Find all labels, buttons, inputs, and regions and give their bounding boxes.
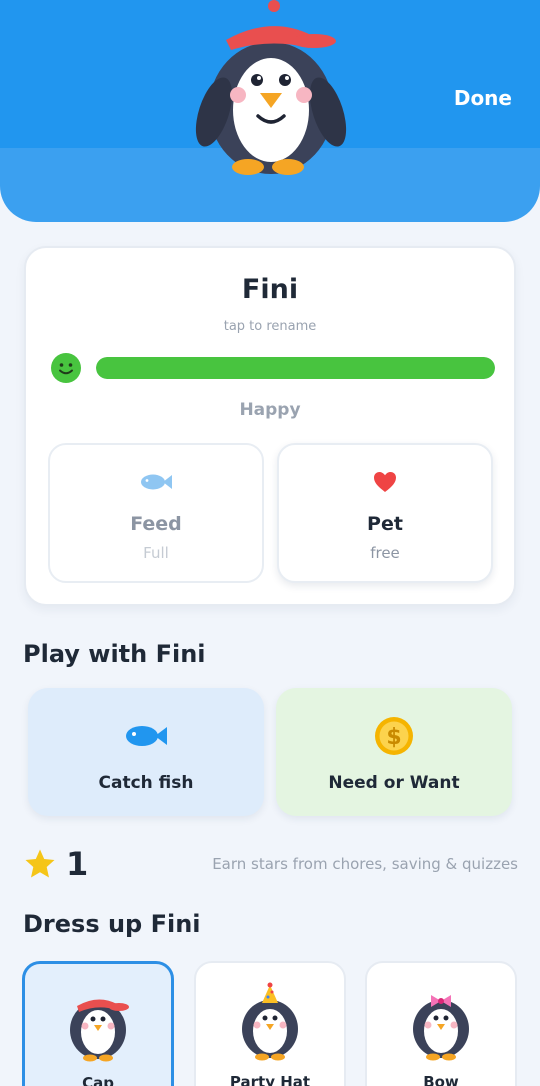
pet-status-card: Fini tap to rename Happy Feed Full Pet f…: [24, 246, 516, 606]
pet-label: Pet: [367, 513, 403, 535]
mood-label: Happy: [239, 400, 301, 420]
need-or-want-game-button[interactable]: $ Need or Want: [276, 688, 512, 816]
fish-icon: [126, 726, 167, 746]
mood-progress-bar: [96, 357, 495, 379]
penguin-avatar: [195, 0, 347, 175]
feed-status: Full: [143, 544, 169, 562]
smiley-face-icon: [51, 353, 81, 383]
pet-status: free: [370, 544, 400, 562]
penguin-cap-icon: [70, 999, 129, 1062]
rename-hint: tap to rename: [223, 319, 317, 334]
star-count: 1: [66, 845, 89, 883]
outfit-bow[interactable]: Bow: [365, 961, 517, 1086]
penguin-party-hat-icon: [242, 982, 298, 1061]
outfit-party-hat-label: Party Hat: [229, 1073, 311, 1086]
dollar-coin-icon: $: [375, 717, 413, 755]
outfit-bow-label: Bow: [423, 1073, 459, 1086]
penguin-bow-icon: [413, 995, 469, 1061]
outfit-cap-label: Cap: [82, 1074, 114, 1086]
pet-name[interactable]: Fini: [26, 274, 514, 305]
star-balance: 1: [24, 845, 88, 883]
dress-section-title: Dress up Fini: [23, 910, 201, 938]
play-section-title: Play with Fini: [23, 640, 206, 668]
star-icon: [25, 849, 55, 878]
mood-progress-fill: [96, 357, 495, 379]
outfit-cap[interactable]: Cap: [22, 961, 174, 1086]
catch-fish-label: Catch fish: [98, 773, 194, 793]
done-button[interactable]: Done: [454, 86, 512, 110]
need-or-want-label: Need or Want: [328, 773, 460, 793]
pet-button[interactable]: Pet free: [277, 443, 493, 583]
outfit-party-hat[interactable]: Party Hat: [194, 961, 346, 1086]
fish-icon: [141, 474, 172, 490]
header-banner: Done: [0, 0, 540, 222]
svg-text:$: $: [386, 725, 401, 750]
feed-button[interactable]: Feed Full: [48, 443, 264, 583]
catch-fish-game-button[interactable]: Catch fish: [28, 688, 264, 816]
stars-hint: Earn stars from chores, saving & quizzes: [212, 855, 518, 873]
heart-icon: [374, 472, 396, 492]
feed-label: Feed: [130, 513, 182, 535]
